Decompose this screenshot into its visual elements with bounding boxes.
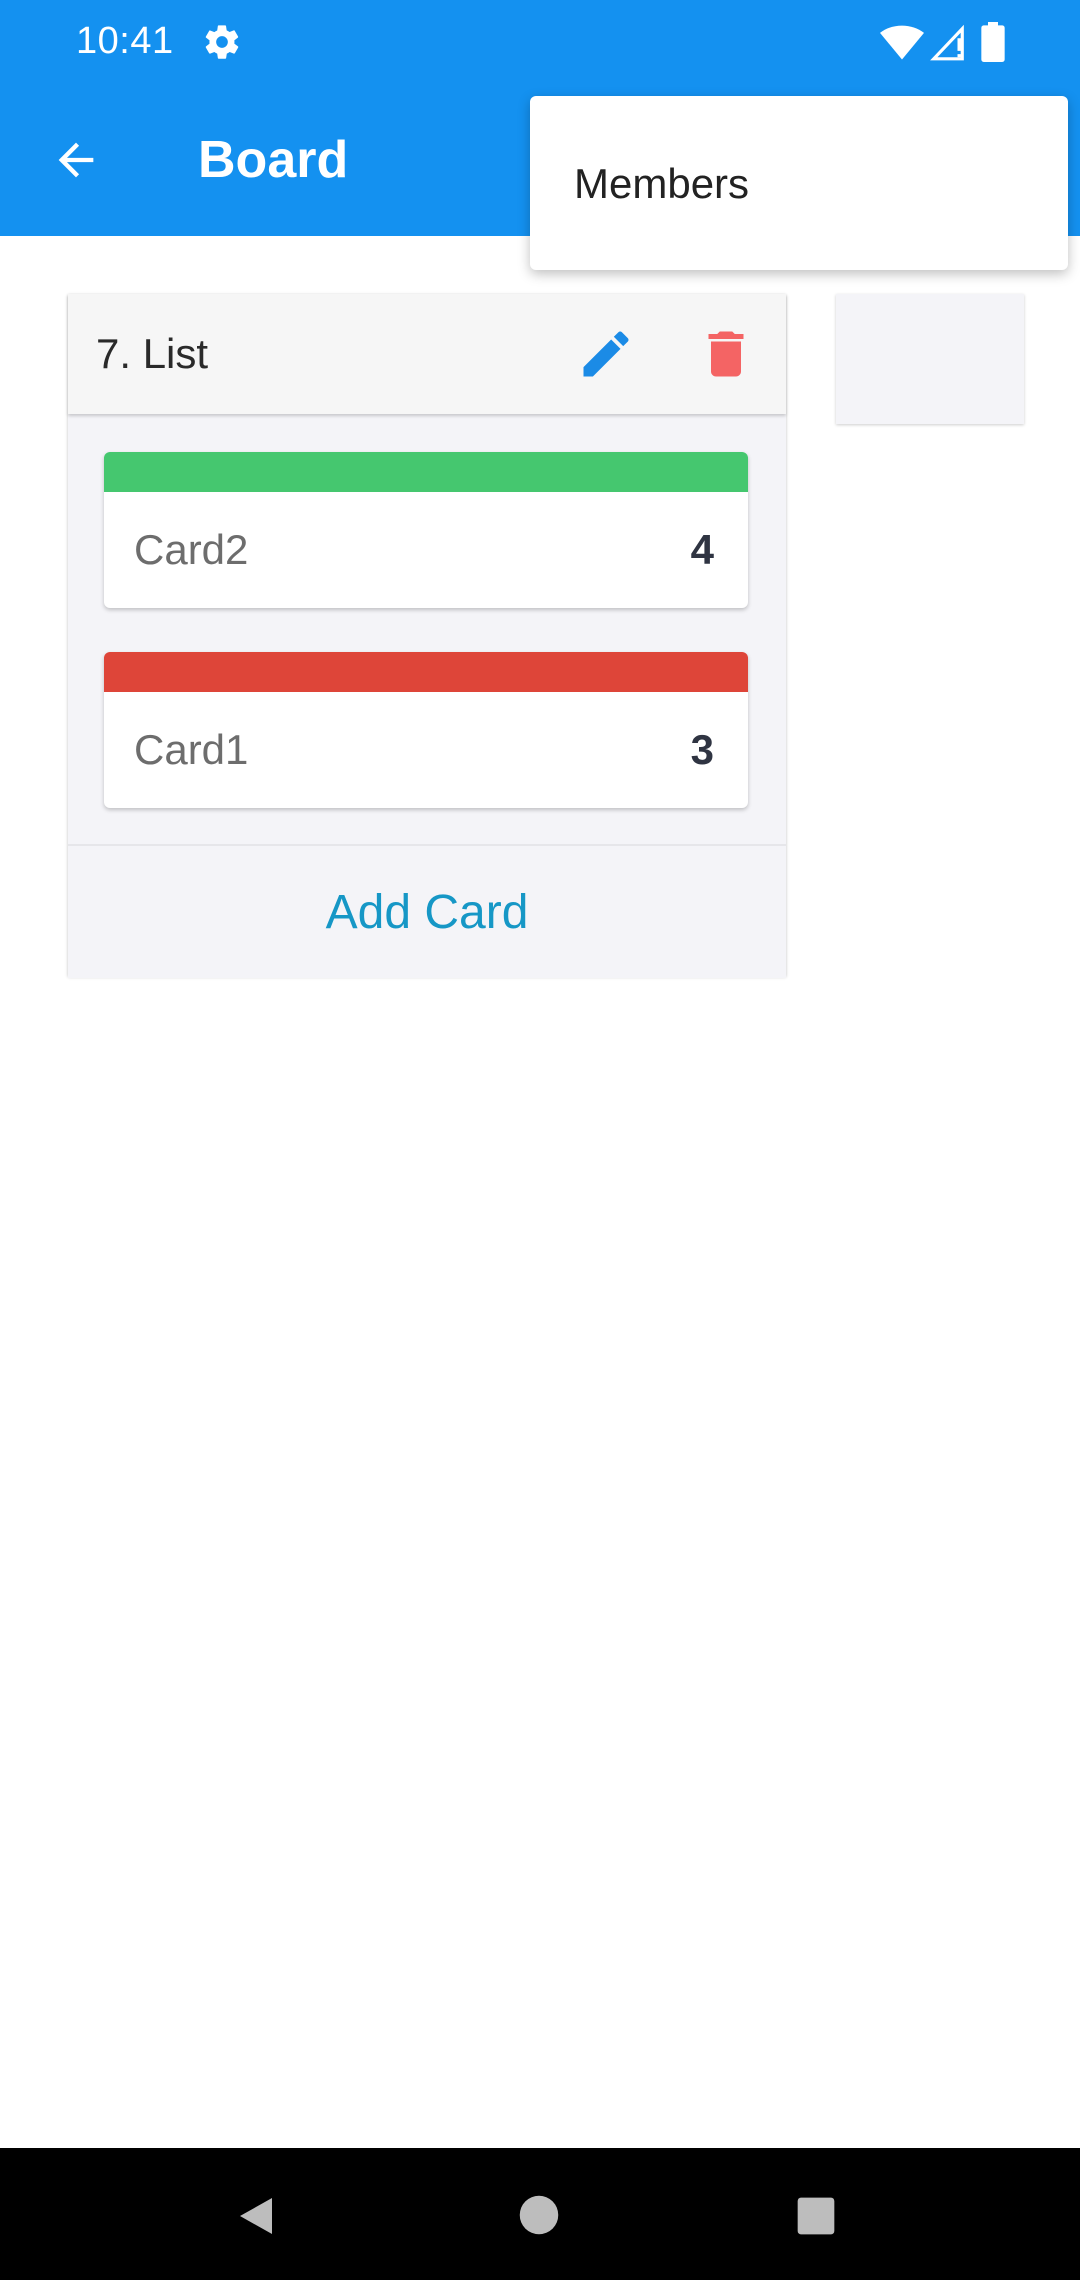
- gear-icon: [205, 25, 239, 59]
- navigation-bar: [0, 2148, 1080, 2280]
- card-item[interactable]: Card1 3: [104, 652, 748, 808]
- card-label-stripe: [104, 452, 748, 492]
- status-time: 10:41: [76, 20, 174, 62]
- trash-icon[interactable]: [696, 324, 756, 384]
- card-label-stripe: [104, 652, 748, 692]
- list-title: 7. List: [96, 330, 209, 377]
- board-list: 7. List Card2 4 Card1 3 Add Card: [68, 294, 786, 978]
- card-name: Card1: [134, 726, 249, 773]
- menu-item-members[interactable]: Members: [574, 160, 749, 208]
- add-card-button[interactable]: Add Card: [68, 844, 786, 978]
- card-count: 4: [690, 526, 714, 573]
- nav-back-icon[interactable]: [232, 2192, 280, 2240]
- status-bar: 10:41: [0, 0, 1080, 88]
- nav-recents-icon[interactable]: [796, 2196, 836, 2236]
- battery-icon: [981, 22, 1005, 62]
- card-item[interactable]: Card2 4: [104, 452, 748, 608]
- pencil-icon[interactable]: [576, 324, 636, 384]
- wifi-icon: [880, 25, 924, 60]
- page-title: Board: [198, 131, 349, 189]
- nav-home-icon[interactable]: [518, 2194, 560, 2236]
- card-count: 3: [690, 726, 714, 773]
- overflow-menu: Members: [530, 96, 1068, 270]
- arrow-back-icon[interactable]: [50, 134, 102, 186]
- signal-icon: [930, 24, 964, 61]
- next-list-preview[interactable]: [836, 294, 1024, 424]
- list-header: 7. List: [68, 294, 786, 414]
- card-name: Card2: [134, 526, 249, 573]
